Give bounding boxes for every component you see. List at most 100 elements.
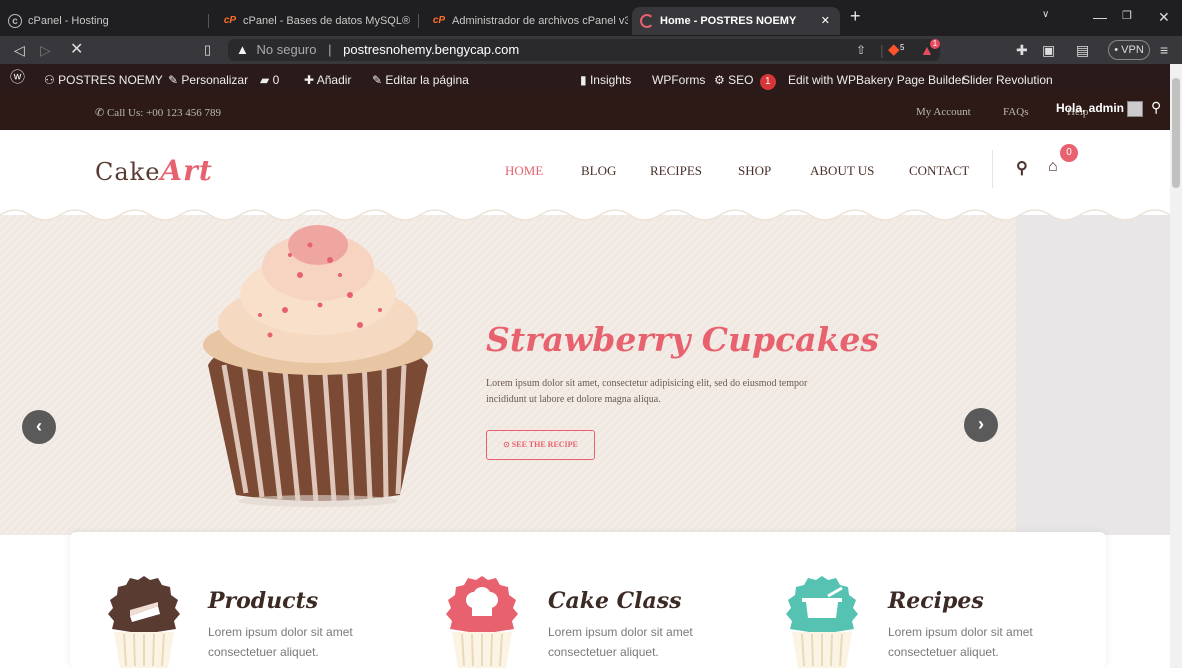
back-icon[interactable]: ◁	[14, 41, 25, 59]
page-scrollbar[interactable]	[1170, 64, 1182, 668]
edit-page-label: Editar la página	[385, 73, 469, 87]
url-field[interactable]: ▲ No seguro | postresnohemy.bengycap.com	[228, 39, 940, 61]
account-greeting[interactable]: Hola, admin	[1056, 101, 1144, 117]
feature-text-recipes: Lorem ipsum dolor sit amet consectetuer …	[888, 625, 1033, 659]
menu-icon[interactable]: ≡	[1160, 41, 1168, 59]
comment-icon: ▰	[260, 73, 270, 87]
cart-count-badge: 0	[1060, 144, 1078, 162]
see-recipe-button[interactable]: ⊙ SEE THE RECIPE	[486, 430, 595, 460]
seo-notification-badge: 1	[759, 74, 776, 90]
slider-prev-arrow[interactable]: ‹	[22, 410, 56, 444]
seo-link[interactable]: ⚙ SEO 1	[714, 72, 776, 90]
chef-hat-icon	[446, 576, 518, 668]
tab-label: Administrador de archivos cPanel v3	[452, 15, 628, 27]
seo-label: SEO	[728, 73, 754, 87]
insights-link[interactable]: ▮ Insights	[580, 72, 631, 88]
tab-label: Home - POSTRES NOEMY	[660, 15, 797, 27]
faqs-link[interactable]: FAQs	[1003, 106, 1028, 118]
extensions-icon[interactable]: ✚	[1016, 41, 1028, 59]
brush-icon: ✎	[168, 73, 179, 87]
close-tab-icon[interactable]: ✕	[821, 7, 830, 35]
browser-address-bar: ◁ ▷ ✕ ▯ ▲ No seguro | postresnohemy.beng…	[0, 36, 1182, 64]
brave-shield-icon[interactable]: ◆	[888, 41, 900, 59]
cpanel-logo-icon: cP	[432, 15, 446, 26]
site-search-icon[interactable]: ⚲	[1016, 158, 1028, 178]
sidebar-icon[interactable]: ▣	[1042, 41, 1055, 59]
plus-icon: ✚	[304, 73, 315, 87]
customize-label: Personalizar	[181, 73, 249, 87]
share-icon[interactable]: ⇧	[856, 41, 866, 59]
wordpress-logo-icon[interactable]: ⓦ	[10, 70, 25, 86]
brave-shield-badge: 5	[900, 43, 905, 52]
tab-cpanel-hosting[interactable]: c cPanel - Hosting	[0, 7, 200, 35]
site-header: CakeArt HOME BLOG RECIPES SHOP ABOUT US …	[0, 130, 1170, 215]
url-divider: |	[328, 42, 332, 57]
logo-accent-text: Art	[160, 154, 213, 187]
warning-icon: ▲	[236, 42, 249, 57]
cart-icon[interactable]: ⌂	[1048, 158, 1058, 176]
vpn-button[interactable]: • VPN	[1108, 40, 1150, 60]
loading-icon	[640, 14, 654, 28]
feature-title-cake-class: Cake Class	[548, 588, 682, 614]
my-account-link[interactable]: My Account	[916, 106, 971, 118]
dashboard-icon: ⚇	[44, 73, 55, 87]
tab-cpanel-mysql[interactable]: cP cPanel - Bases de datos MySQL®	[215, 7, 415, 35]
edit-page-link[interactable]: ✎ Editar la página	[372, 72, 469, 88]
toolbar-divider: |	[880, 42, 884, 58]
tab-search-icon[interactable]: ∨	[1042, 9, 1049, 20]
forward-icon[interactable]: ▷	[40, 41, 51, 59]
nav-home[interactable]: HOME	[505, 163, 543, 179]
restore-button[interactable]: ❐	[1122, 9, 1132, 22]
nav-contact[interactable]: CONTACT	[909, 163, 969, 179]
admin-search-icon[interactable]: ⚲	[1151, 100, 1161, 117]
phone-contact: ✆ Call Us: +00 123 456 789	[95, 106, 221, 119]
nav-about-us[interactable]: ABOUT US	[810, 163, 874, 179]
bookmark-icon[interactable]: ▯	[204, 41, 211, 59]
site-name-label: POSTRES NOEMY	[58, 73, 163, 87]
wallet-icon[interactable]: ▤	[1076, 41, 1089, 59]
feature-title-products: Products	[208, 588, 319, 614]
close-window-button[interactable]: ✕	[1158, 9, 1170, 26]
header-wave-divider	[0, 205, 1170, 221]
cake-slice-icon	[108, 576, 180, 668]
add-new-link[interactable]: ✚ Añadir	[304, 72, 351, 88]
slide-description: Lorem ipsum dolor sit amet, consectetur …	[486, 378, 808, 405]
avatar	[1127, 101, 1144, 117]
seo-icon: ⚙	[714, 73, 725, 87]
cpanel-icon: c	[8, 14, 22, 28]
phone-icon: ✆	[95, 107, 105, 119]
tab-file-manager[interactable]: cP Administrador de archivos cPanel v3	[424, 7, 628, 35]
add-new-label: Añadir	[316, 73, 352, 87]
tab-divider	[208, 14, 209, 28]
logo-main-text: Cake	[95, 158, 161, 186]
slider-next-arrow[interactable]: ›	[964, 408, 998, 442]
site-logo[interactable]: CakeArt	[95, 154, 213, 187]
tab-home-postres[interactable]: Home - POSTRES NOEMY ✕	[632, 7, 840, 35]
minimize-button[interactable]: —	[1093, 9, 1107, 25]
greeting-label: Hola, admin	[1056, 101, 1125, 116]
wpforms-link[interactable]: WPForms	[652, 72, 705, 88]
hero-slider	[0, 215, 1016, 535]
slider-revolution-link[interactable]: Slider Revolution	[962, 72, 1053, 88]
new-tab-button[interactable]: +	[850, 6, 861, 27]
site-name-link[interactable]: ⚇ POSTRES NOEMY	[44, 72, 163, 88]
wp-admin-bar: ⓦ ⚇ POSTRES NOEMY ✎ Personalizar ▰ 0 ✚ A…	[0, 64, 1182, 95]
slider-side-panel	[1016, 215, 1170, 535]
tab-label: cPanel - Bases de datos MySQL®	[243, 15, 411, 27]
security-status: No seguro	[256, 42, 317, 57]
stop-loading-icon[interactable]: ✕	[70, 41, 83, 59]
customize-link[interactable]: ✎ Personalizar	[168, 72, 248, 88]
nav-blog[interactable]: BLOG	[581, 163, 616, 179]
scrollbar-thumb[interactable]	[1172, 78, 1180, 188]
slide-title: Strawberry Cupcakes	[486, 320, 880, 359]
nav-recipes[interactable]: RECIPES	[650, 163, 702, 179]
feature-text-cake-class: Lorem ipsum dolor sit amet consectetuer …	[548, 625, 693, 659]
nav-shop[interactable]: SHOP	[738, 163, 771, 179]
comments-link[interactable]: ▰ 0	[260, 72, 279, 88]
cpanel-logo-icon: cP	[223, 15, 237, 26]
wpbakery-link[interactable]: Edit with WPBakery Page Builder	[788, 72, 965, 88]
tab-label: cPanel - Hosting	[28, 15, 109, 27]
url-host: postresnohemy.bengycap.com	[343, 42, 520, 57]
bar-chart-icon: ▮	[580, 73, 587, 87]
browser-tab-bar: c cPanel - Hosting cP cPanel - Bases de …	[0, 0, 1182, 36]
